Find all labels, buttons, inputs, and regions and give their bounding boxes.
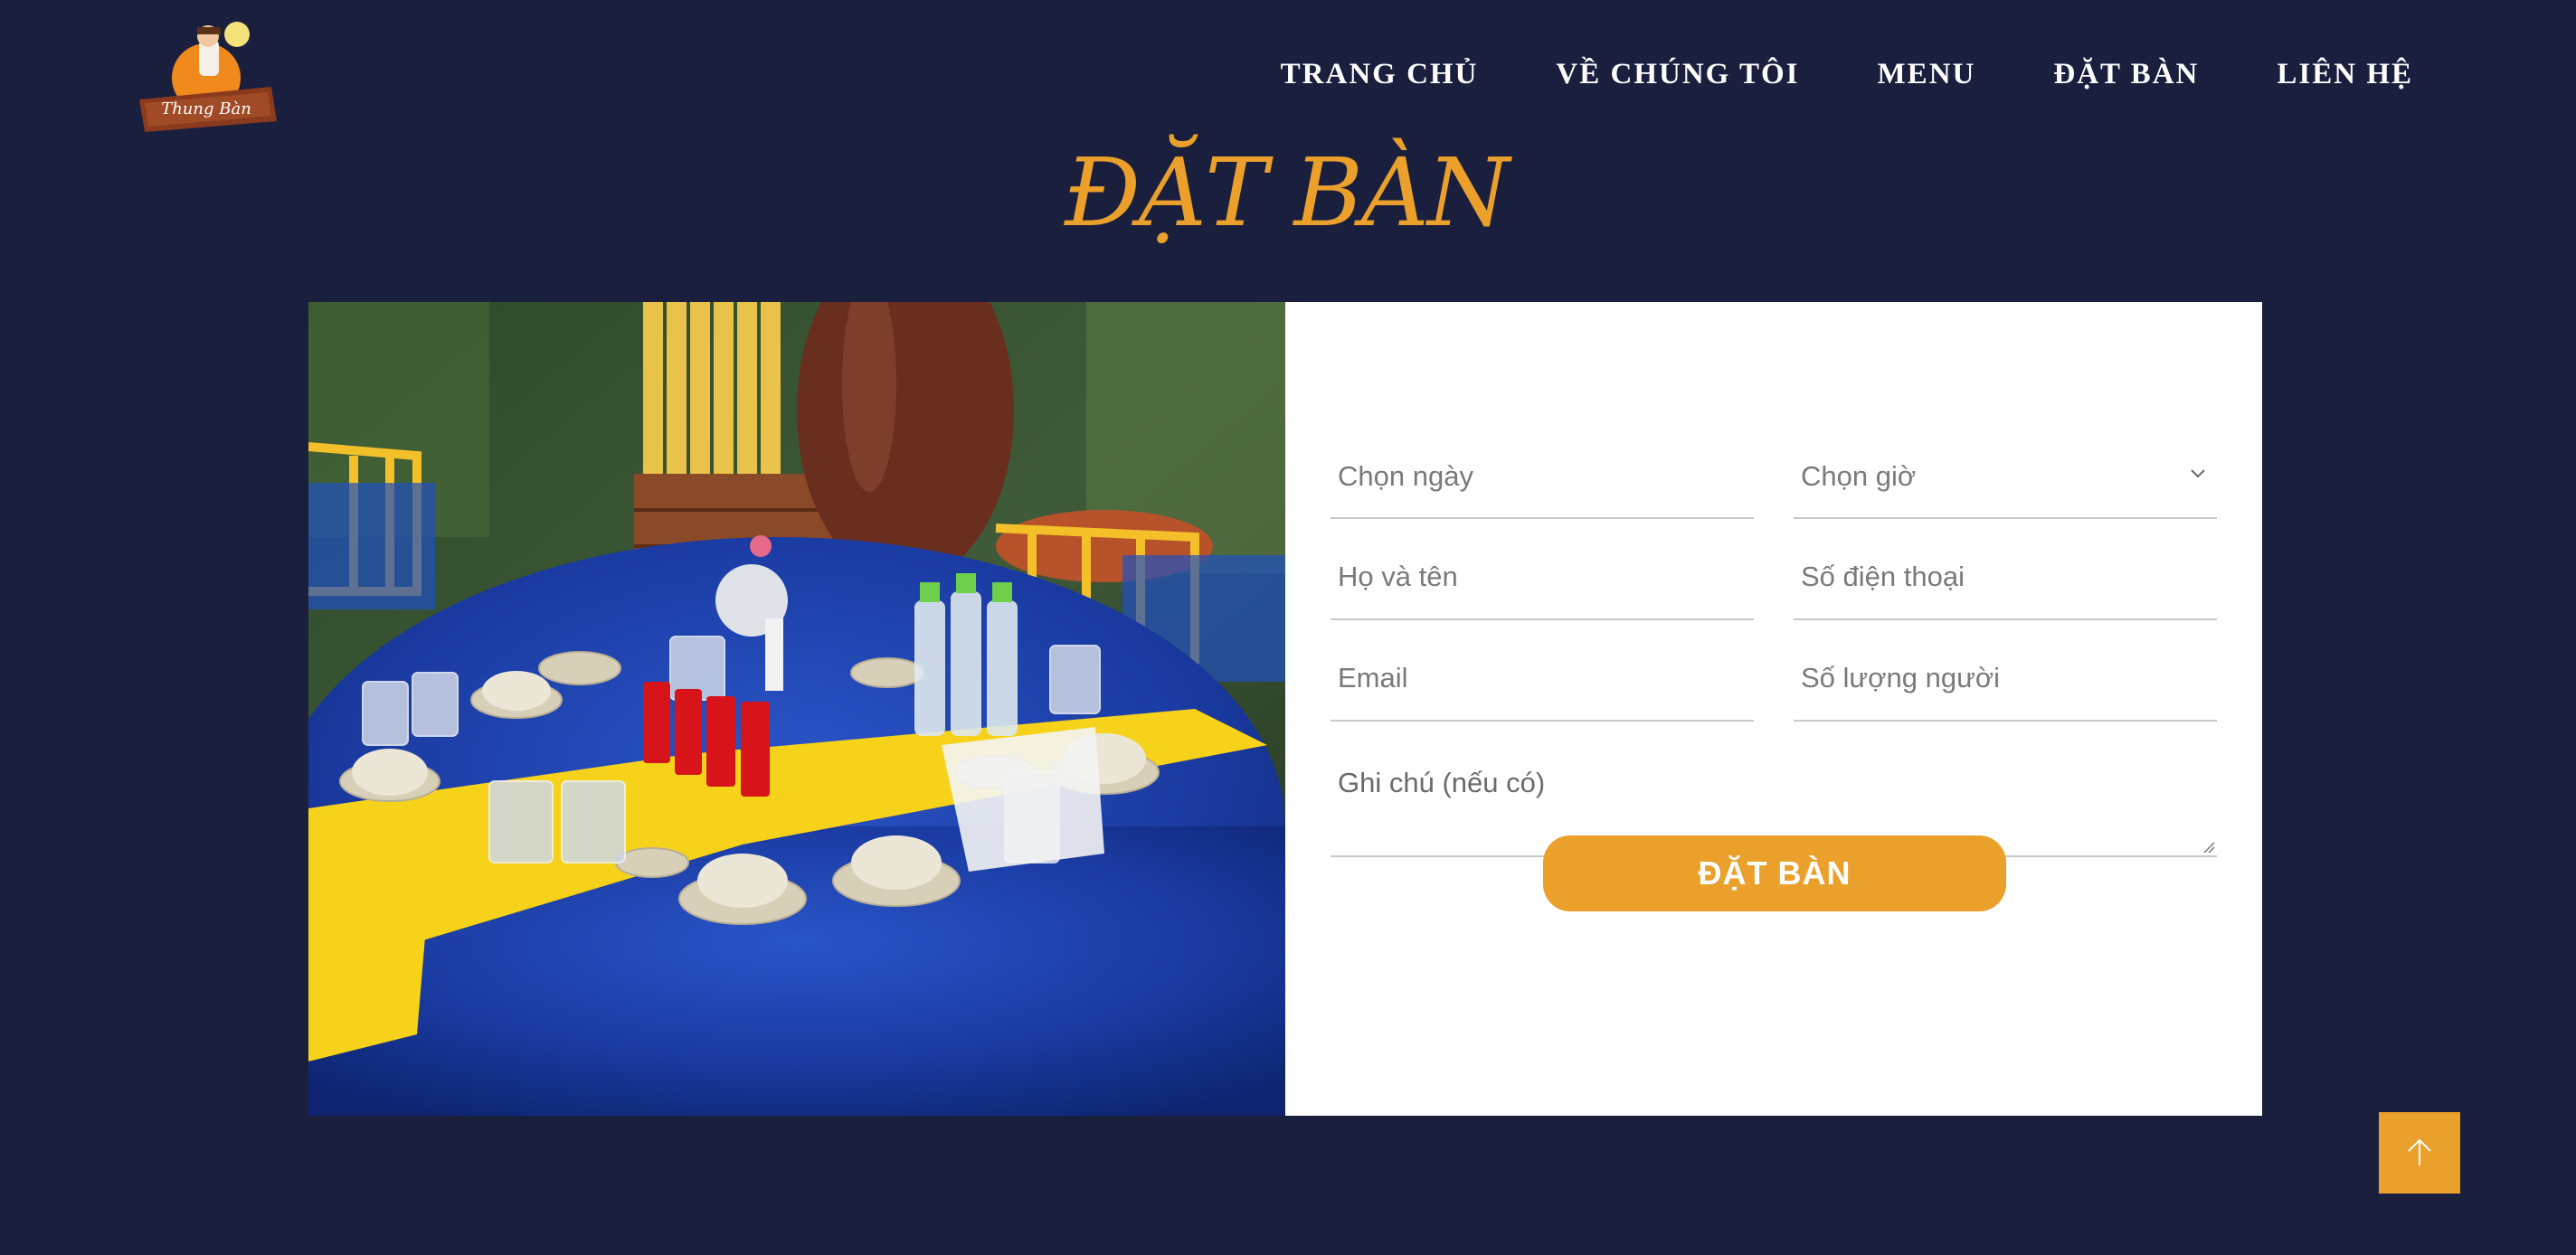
name-input[interactable]: [1331, 561, 1754, 593]
restaurant-logo[interactable]: Thung Bàn: [136, 13, 280, 139]
chevron-down-icon: [2191, 469, 2205, 478]
phone-field[interactable]: [1794, 519, 2217, 620]
booking-form: Chọn giờ: [1285, 302, 2262, 1116]
guests-field[interactable]: [1794, 620, 2217, 722]
time-select-label: Chọn giờ: [1801, 460, 1917, 492]
nav-item-booking[interactable]: ĐẶT BÀN: [2053, 58, 2199, 91]
phone-input[interactable]: [1794, 561, 2217, 593]
time-select[interactable]: Chọn giờ: [1794, 420, 2217, 519]
logo-text: Thung Bàn: [161, 99, 251, 118]
resize-grip-icon[interactable]: [2201, 839, 2215, 854]
email-field[interactable]: [1331, 620, 1754, 722]
booking-panel: Chọn giờ: [308, 302, 2262, 1116]
date-field[interactable]: [1331, 420, 1754, 519]
nav-item-home[interactable]: TRANG CHỦ: [1281, 58, 1479, 91]
nav-item-contact[interactable]: LIÊN HỆ: [2277, 58, 2413, 91]
name-field[interactable]: [1331, 519, 1754, 620]
page-title: ĐẶT BÀN: [1064, 137, 1510, 248]
guests-input[interactable]: [1794, 662, 2217, 694]
back-to-top-button[interactable]: [2379, 1112, 2460, 1194]
nav-item-menu[interactable]: MENU: [1878, 58, 1976, 91]
arrow-up-icon: [2408, 1138, 2431, 1165]
email-input[interactable]: [1331, 662, 1754, 694]
date-input[interactable]: [1331, 460, 1754, 493]
main-nav: TRANG CHỦ VỀ CHÚNG TÔI MENU ĐẶT BÀN LIÊN…: [1281, 58, 2413, 91]
restaurant-table-photo: [308, 302, 1285, 1116]
nav-item-about[interactable]: VỀ CHÚNG TÔI: [1556, 58, 1799, 91]
submit-booking-button[interactable]: ĐẶT BÀN: [1543, 835, 2006, 911]
